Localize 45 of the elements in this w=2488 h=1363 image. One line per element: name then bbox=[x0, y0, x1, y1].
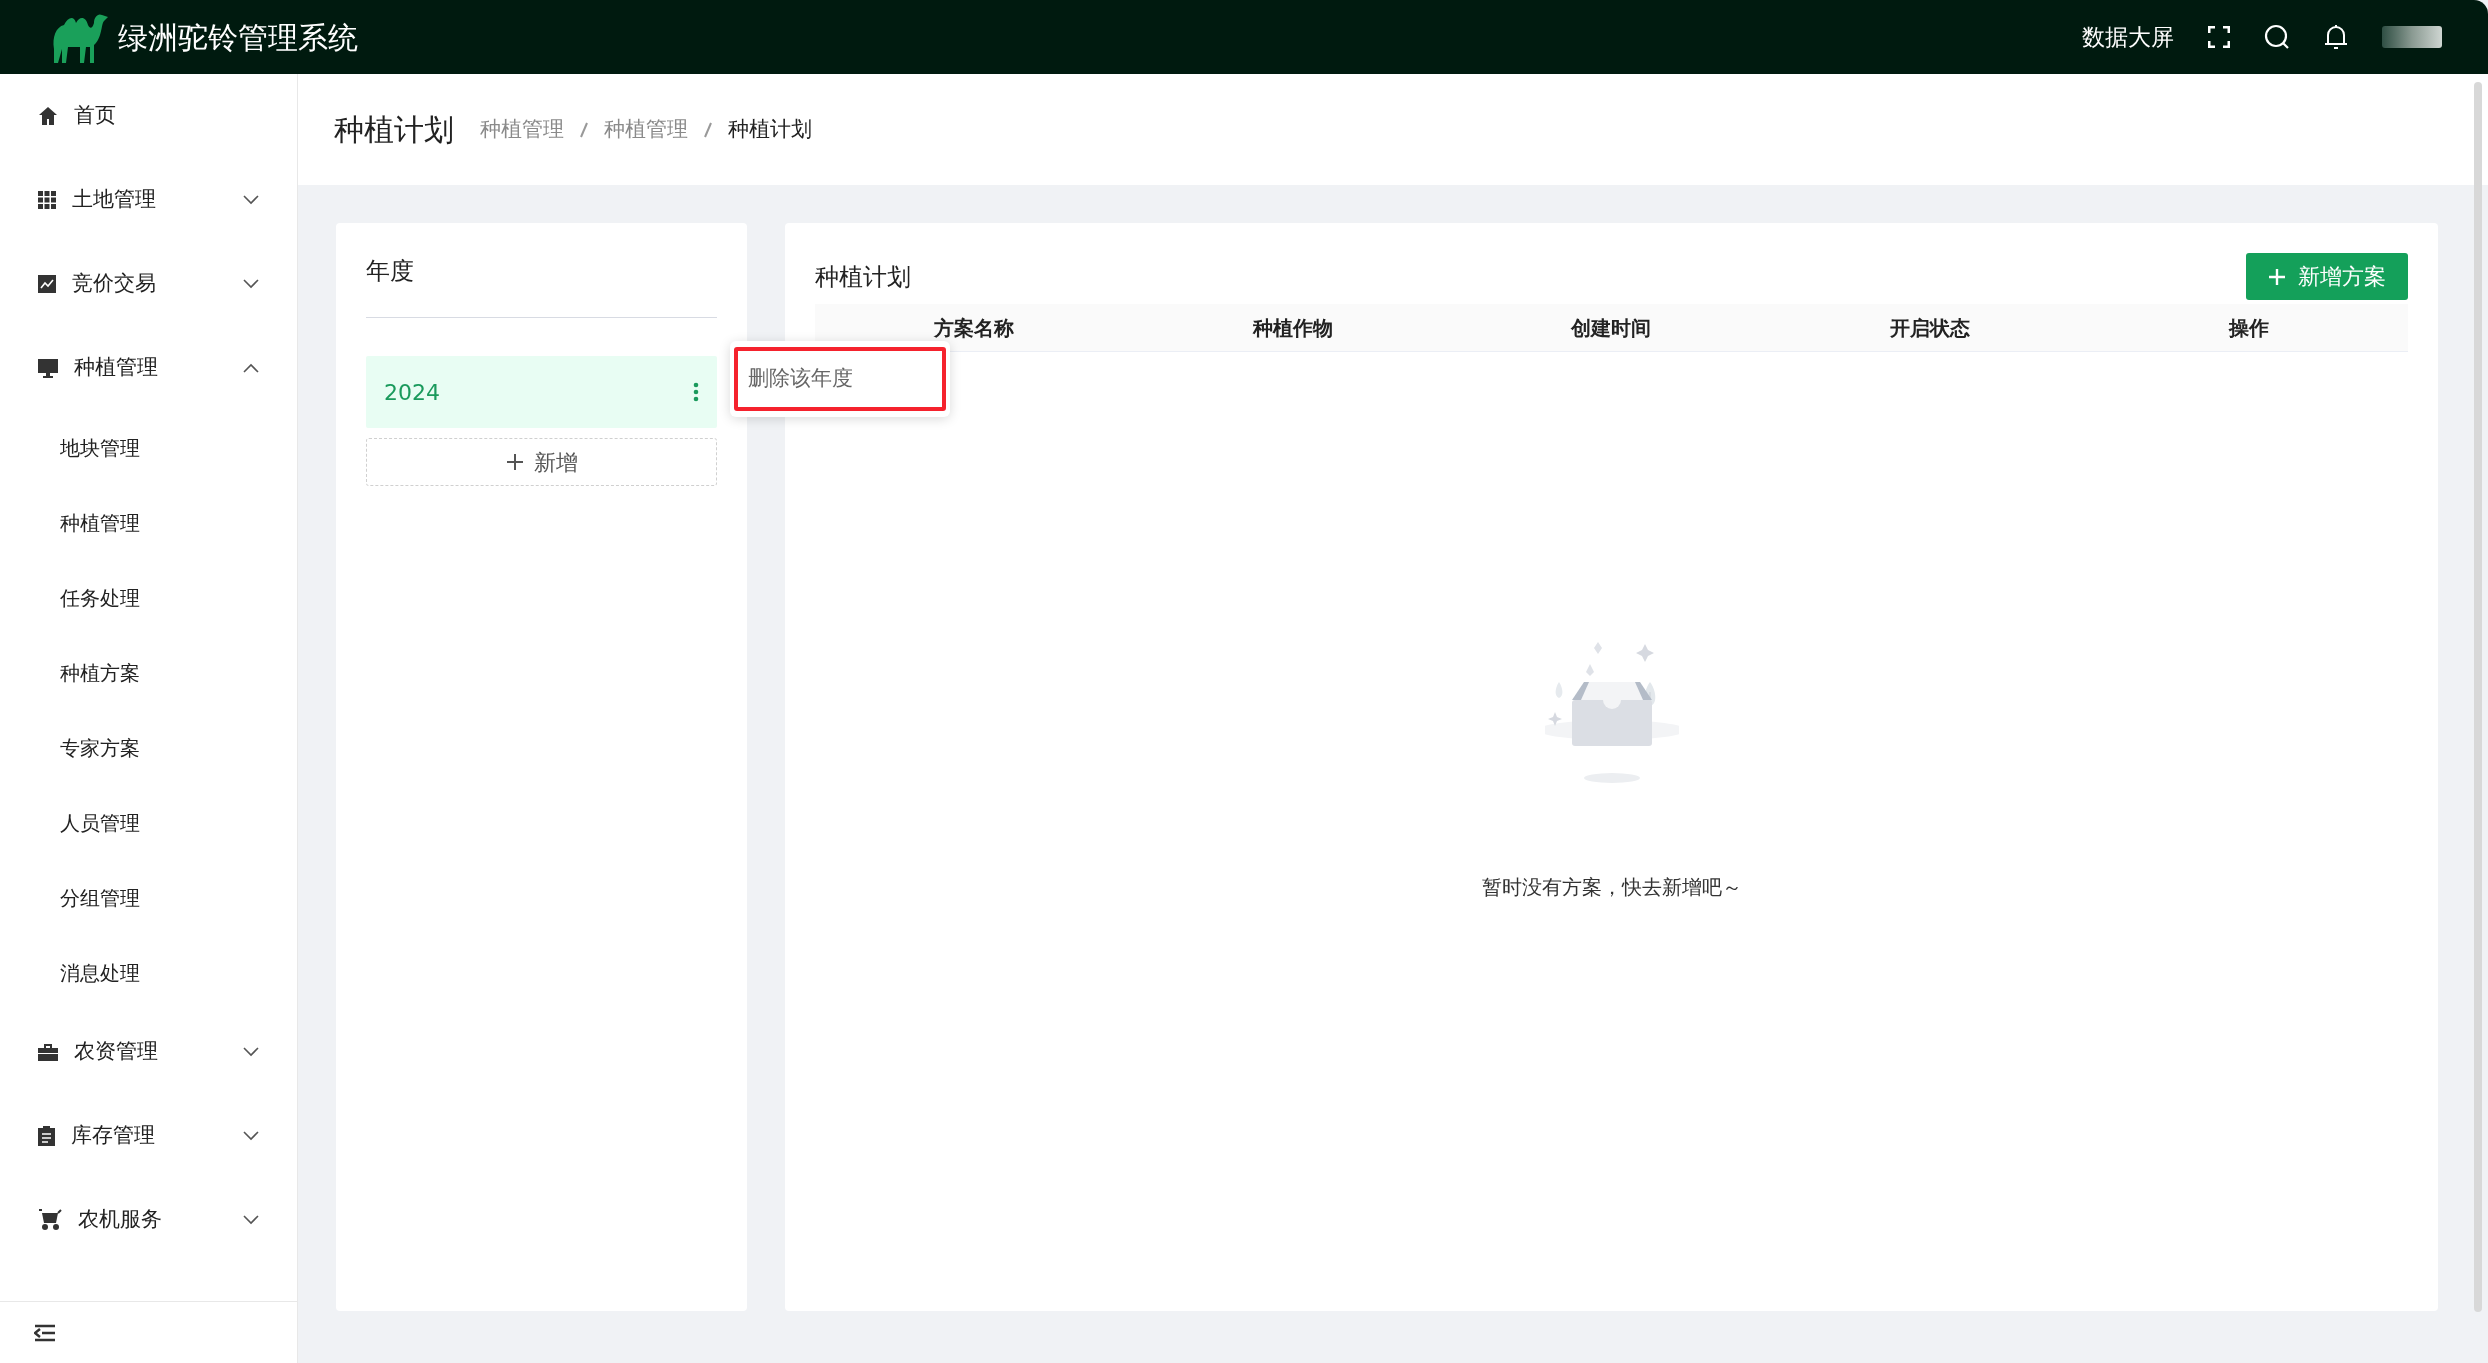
page-title: 种植计划 bbox=[334, 111, 454, 149]
clipboard-icon bbox=[38, 1126, 55, 1146]
sidebar-subitem[interactable]: 消息处理 bbox=[0, 935, 297, 1010]
sidebar-subitem[interactable]: 种植管理 bbox=[0, 485, 297, 560]
chart-icon bbox=[38, 275, 56, 293]
column-header: 方案名称 bbox=[934, 314, 1015, 342]
sidebar-item[interactable]: 首页 bbox=[0, 74, 297, 158]
sidebar-item[interactable]: 土地管理 bbox=[0, 158, 297, 242]
bell-icon[interactable] bbox=[2324, 24, 2348, 50]
sidebar-subitem[interactable]: 任务处理 bbox=[0, 560, 297, 635]
sidebar-item[interactable]: 竞价交易 bbox=[0, 242, 297, 326]
column-header: 创建时间 bbox=[1571, 314, 1652, 342]
panel-title: 种植计划 bbox=[815, 261, 911, 293]
slash-icon bbox=[580, 121, 588, 138]
column-header: 开启状态 bbox=[1890, 314, 1971, 342]
sidebar-item[interactable]: 农资管理 bbox=[0, 1010, 297, 1094]
sidebar-item[interactable]: 库存管理 bbox=[0, 1094, 297, 1178]
sidebar-subitem[interactable]: 专家方案 bbox=[0, 710, 297, 785]
plus-icon bbox=[505, 453, 524, 471]
plus-icon bbox=[2268, 267, 2286, 286]
avatar[interactable] bbox=[2382, 26, 2442, 48]
panel-title: 年度 bbox=[366, 256, 414, 287]
data-screen-link[interactable]: 数据大屏 bbox=[2082, 19, 2174, 55]
sidebar-subitem[interactable]: 分组管理 bbox=[0, 860, 297, 935]
sidebar-subitem[interactable]: 种植方案 bbox=[0, 635, 297, 710]
home-icon bbox=[38, 106, 58, 126]
grid-icon bbox=[38, 191, 56, 209]
column-header: 种植作物 bbox=[1252, 314, 1333, 342]
add-year-button[interactable]: 新增 bbox=[366, 438, 717, 486]
app-title: 绿洲驼铃管理系统 bbox=[118, 18, 358, 57]
collapse-menu-icon[interactable] bbox=[34, 1323, 56, 1342]
empty-message: 暂时没有方案，快去新增吧～ bbox=[1481, 874, 1742, 901]
sidebar-item[interactable]: 种植管理 bbox=[0, 326, 297, 410]
briefcase-icon bbox=[38, 1043, 58, 1061]
fullscreen-icon[interactable] bbox=[2208, 26, 2230, 48]
slash-icon bbox=[704, 121, 712, 138]
monitor-icon bbox=[38, 358, 58, 378]
more-vertical-icon[interactable] bbox=[693, 382, 699, 402]
column-header: 操作 bbox=[2228, 314, 2269, 342]
search-icon[interactable] bbox=[2264, 24, 2290, 50]
breadcrumb-link[interactable]: 种植计划 bbox=[728, 113, 812, 146]
sidebar-subitem[interactable]: 地块管理 bbox=[0, 410, 297, 485]
sidebar-subitem[interactable]: 人员管理 bbox=[0, 785, 297, 860]
sidebar-item[interactable]: 农机服务 bbox=[0, 1178, 297, 1262]
delete-year-menu-item[interactable]: 删除该年度 bbox=[734, 347, 946, 411]
